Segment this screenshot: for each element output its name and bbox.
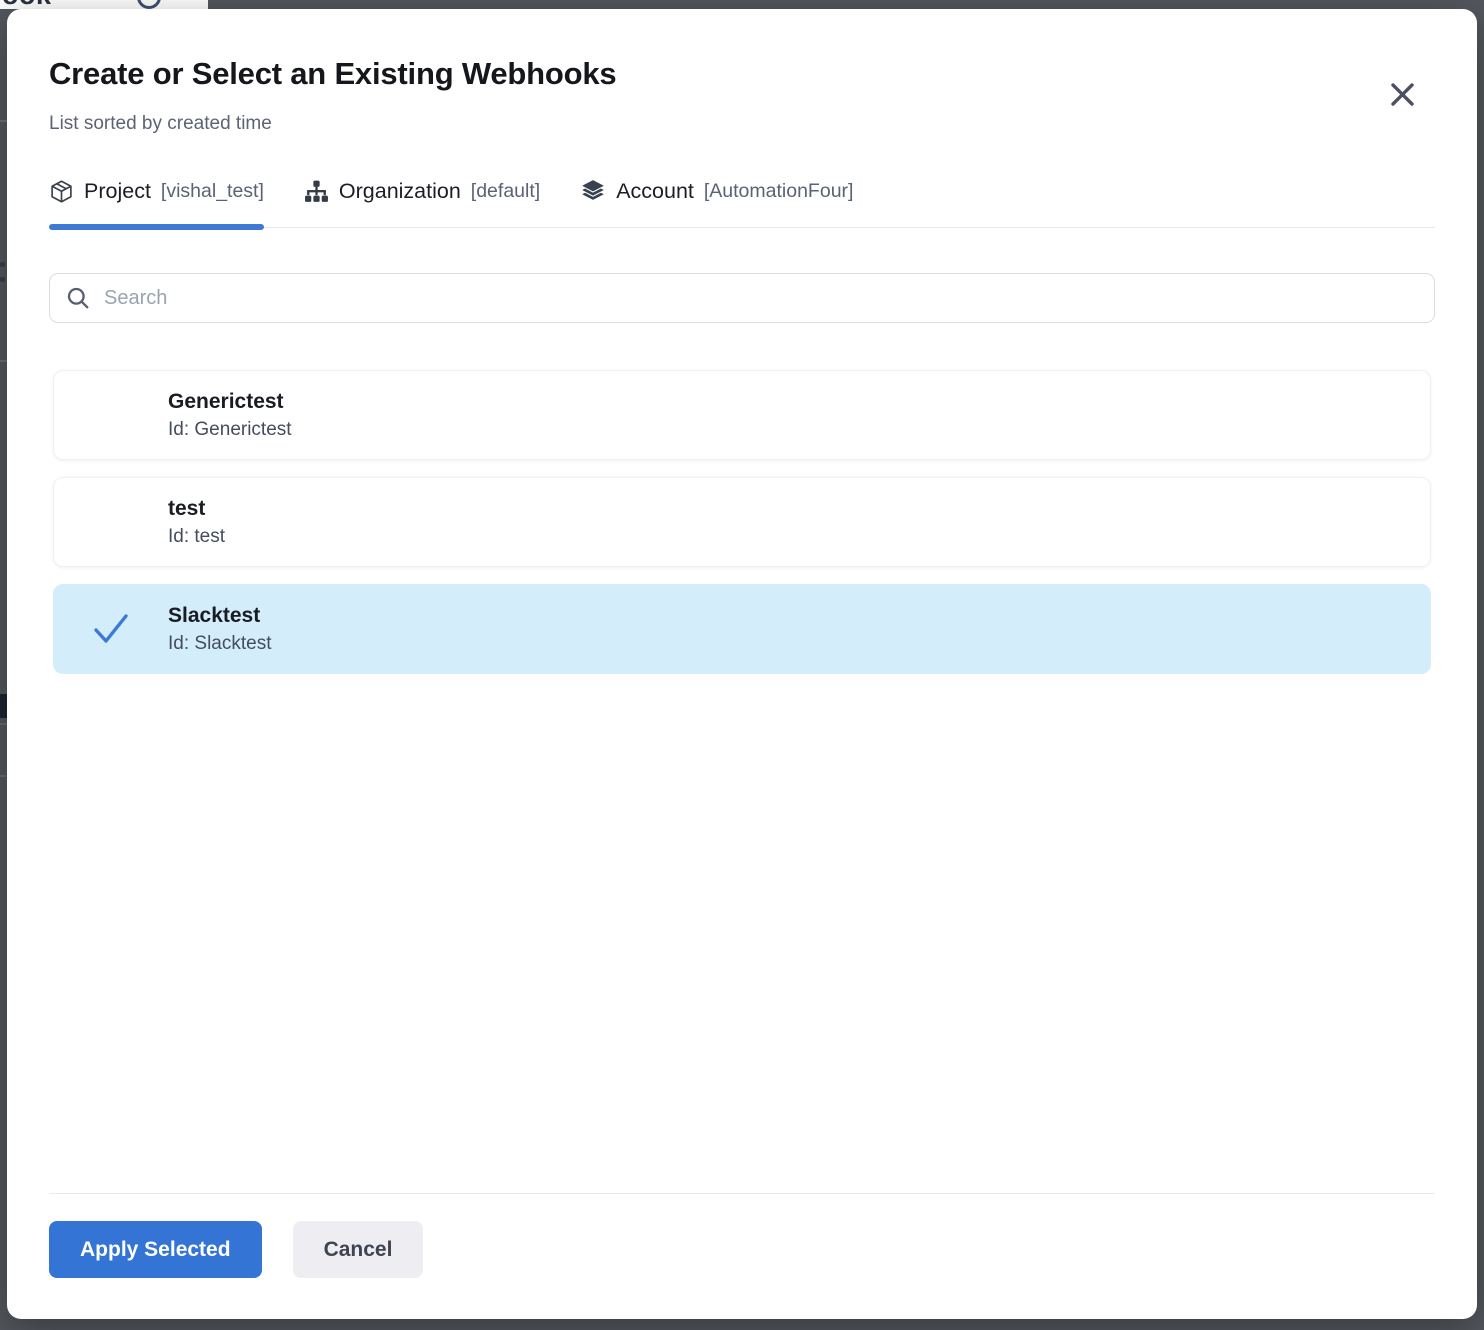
webhook-select-modal: Create or Select an Existing Webhooks Li…: [7, 9, 1477, 1319]
underlying-edge-mark: [0, 775, 7, 777]
webhook-name: Slacktest: [168, 604, 272, 628]
tab-account[interactable]: Account [AutomationFour]: [580, 178, 853, 227]
underlying-edge-mark: [0, 262, 5, 267]
tab-organization[interactable]: Organization [default]: [304, 178, 540, 227]
underlying-edge-mark: [0, 723, 7, 725]
layers-icon: [580, 178, 606, 204]
list-item-slacktest[interactable]: Slacktest Id: Slacktest: [53, 584, 1431, 674]
cancel-button[interactable]: Cancel: [293, 1221, 424, 1278]
webhook-id: Id: test: [168, 526, 225, 548]
tab-context: [AutomationFour]: [704, 180, 854, 203]
underlying-edge-mark: [0, 360, 7, 362]
underlying-page-fragment: ook: [0, 0, 208, 9]
scope-tabs: Project [vishal_test] Organization [defa…: [49, 178, 1435, 228]
check-slot: [54, 398, 168, 432]
info-circle-icon: [137, 0, 161, 9]
footer: Apply Selected Cancel: [49, 1221, 423, 1278]
search-icon: [66, 286, 90, 310]
tab-context: [vishal_test]: [161, 180, 264, 203]
cube-icon: [49, 179, 74, 204]
search-input[interactable]: [90, 274, 1434, 322]
org-chart-icon: [304, 179, 329, 204]
webhook-list: Generictest Id: Generictest test Id: tes…: [53, 370, 1431, 691]
underlying-cut-text: ook: [2, 0, 52, 9]
close-button[interactable]: [1385, 77, 1419, 111]
close-icon: [1389, 81, 1416, 108]
underlying-edge-mark: [0, 120, 7, 122]
underlying-edge-mark: [0, 694, 7, 718]
list-item-test[interactable]: test Id: test: [53, 477, 1431, 567]
list-item-generictest[interactable]: Generictest Id: Generictest: [53, 370, 1431, 460]
tab-context: [default]: [471, 180, 540, 203]
item-text: Slacktest Id: Slacktest: [168, 604, 272, 655]
check-slot: [54, 612, 168, 646]
webhook-name: test: [168, 497, 225, 521]
underlying-edge-mark: [0, 277, 5, 282]
modal-title: Create or Select an Existing Webhooks: [49, 56, 616, 92]
modal-subtitle: List sorted by created time: [49, 113, 272, 135]
check-icon: [92, 612, 130, 646]
search-box: [49, 273, 1435, 323]
tab-label: Account: [616, 179, 694, 204]
item-text: Generictest Id: Generictest: [168, 390, 292, 441]
apply-selected-button[interactable]: Apply Selected: [49, 1221, 262, 1278]
check-slot: [54, 505, 168, 539]
tab-label: Project: [84, 179, 151, 204]
tab-project[interactable]: Project [vishal_test]: [49, 178, 264, 227]
item-text: test Id: test: [168, 497, 225, 548]
footer-divider: [49, 1193, 1435, 1194]
tab-label: Organization: [339, 179, 461, 204]
webhook-name: Generictest: [168, 390, 292, 414]
webhook-id: Id: Generictest: [168, 419, 292, 441]
webhook-id: Id: Slacktest: [168, 633, 272, 655]
